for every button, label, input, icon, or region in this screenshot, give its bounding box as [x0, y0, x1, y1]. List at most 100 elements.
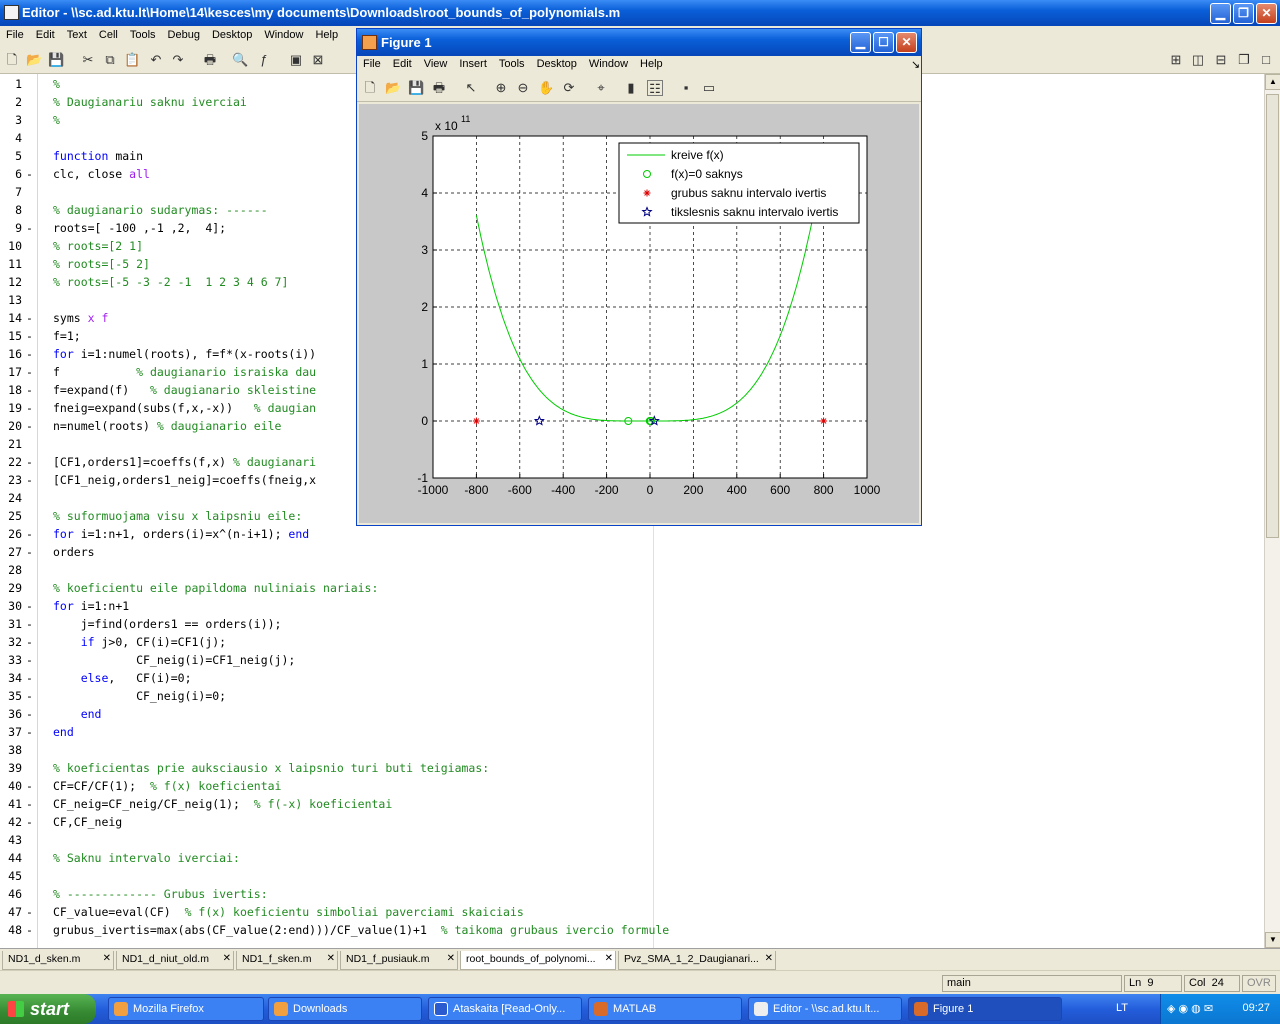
- code-line[interactable]: 43: [0, 831, 1264, 849]
- menu-file[interactable]: File: [0, 26, 30, 41]
- menu-window[interactable]: Window: [258, 26, 309, 41]
- cut-icon[interactable]: ✂: [80, 52, 96, 68]
- split-vertical-icon[interactable]: ◫: [1190, 52, 1206, 68]
- executable-marker[interactable]: -: [26, 633, 33, 651]
- close-button[interactable]: ✕: [1256, 3, 1277, 24]
- task-downloads[interactable]: Downloads: [268, 997, 422, 1021]
- executable-marker[interactable]: -: [26, 777, 33, 795]
- file-tab[interactable]: ND1_f_sken.m ✕: [236, 951, 338, 970]
- executable-marker[interactable]: -: [26, 327, 33, 345]
- rotate-icon[interactable]: ⟳: [561, 80, 577, 96]
- legend-icon[interactable]: ☷: [647, 80, 663, 96]
- executable-marker[interactable]: -: [26, 687, 33, 705]
- menu-help[interactable]: Help: [309, 26, 344, 41]
- file-tab-active[interactable]: root_bounds_of_polynomi... ✕: [460, 951, 616, 970]
- executable-marker[interactable]: -: [26, 543, 33, 561]
- executable-marker[interactable]: -: [26, 219, 33, 237]
- fig-menu-tools[interactable]: Tools: [493, 56, 531, 70]
- zoom-out-icon[interactable]: ⊖: [515, 80, 531, 96]
- scroll-thumb[interactable]: [1266, 94, 1279, 538]
- executable-marker[interactable]: -: [26, 705, 33, 723]
- tray-icons[interactable]: ◈ ◉ ◍ ✉: [1167, 1002, 1213, 1015]
- executable-marker[interactable]: -: [26, 723, 33, 741]
- executable-marker[interactable]: -: [26, 363, 33, 381]
- hide-plot-tools-icon[interactable]: ▪: [678, 80, 694, 96]
- fig-menu-window[interactable]: Window: [583, 56, 634, 70]
- close-tab-icon[interactable]: ✕: [447, 953, 455, 964]
- maximize-doc-icon[interactable]: □: [1258, 52, 1274, 68]
- code-line[interactable]: 32- if j>0, CF(i)=CF1(j);: [0, 633, 1264, 651]
- close-tab-icon[interactable]: ✕: [103, 953, 111, 964]
- data-cursor-icon[interactable]: ⌖: [593, 80, 609, 96]
- executable-marker[interactable]: -: [26, 345, 33, 363]
- new-figure-icon[interactable]: 🗋: [362, 80, 378, 96]
- code-line[interactable]: 28: [0, 561, 1264, 579]
- executable-marker[interactable]: -: [26, 453, 33, 471]
- close-tab-icon[interactable]: ✕: [765, 953, 773, 964]
- undo-icon[interactable]: ↶: [148, 52, 164, 68]
- print-figure-icon[interactable]: 🖶: [431, 80, 447, 96]
- clear-breakpoints-icon[interactable]: ⊠: [310, 52, 326, 68]
- file-tab[interactable]: Pvz_SMA_1_2_Daugianari... ✕: [618, 951, 776, 970]
- dock-arrow-icon[interactable]: ↘: [905, 56, 926, 71]
- breakpoint-icon[interactable]: ▣: [288, 52, 304, 68]
- file-tab[interactable]: ND1_d_niut_old.m ✕: [116, 951, 234, 970]
- close-tab-icon[interactable]: ✕: [327, 953, 335, 964]
- menu-desktop[interactable]: Desktop: [206, 26, 258, 41]
- fig-menu-desktop[interactable]: Desktop: [531, 56, 583, 70]
- code-line[interactable]: 34- else, CF(i)=0;: [0, 669, 1264, 687]
- code-line[interactable]: 42- CF,CF_neig: [0, 813, 1264, 831]
- menu-cell[interactable]: Cell: [93, 26, 124, 41]
- figure-maximize-button[interactable]: ☐: [873, 32, 894, 53]
- fig-menu-help[interactable]: Help: [634, 56, 669, 70]
- code-line[interactable]: 40- CF=CF/CF(1); % f(x) koeficientai: [0, 777, 1264, 795]
- code-line[interactable]: 33- CF_neig(i)=CF1_neig(j);: [0, 651, 1264, 669]
- executable-marker[interactable]: -: [26, 525, 33, 543]
- menu-text[interactable]: Text: [61, 26, 93, 41]
- executable-marker[interactable]: -: [26, 903, 33, 921]
- code-line[interactable]: 35- CF_neig(i)=0;: [0, 687, 1264, 705]
- scroll-up-icon[interactable]: ▲: [1265, 74, 1280, 90]
- executable-marker[interactable]: -: [26, 165, 33, 183]
- code-line[interactable]: 39 % koeficientas prie auksciausio x laip…: [0, 759, 1264, 777]
- executable-marker[interactable]: -: [26, 399, 33, 417]
- executable-marker[interactable]: -: [26, 309, 33, 327]
- split-horizontal-icon[interactable]: ⊟: [1213, 52, 1229, 68]
- print-icon[interactable]: 🖶: [202, 52, 218, 68]
- executable-marker[interactable]: -: [26, 381, 33, 399]
- menu-debug[interactable]: Debug: [162, 26, 206, 41]
- zoom-in-icon[interactable]: ⊕: [493, 80, 509, 96]
- executable-marker[interactable]: -: [26, 813, 33, 831]
- pan-icon[interactable]: ✋: [538, 80, 554, 96]
- code-line[interactable]: 38: [0, 741, 1264, 759]
- tile-icon[interactable]: ⊞: [1168, 52, 1184, 68]
- colorbar-icon[interactable]: ▮: [623, 80, 639, 96]
- language-indicator[interactable]: LT: [1116, 1002, 1128, 1014]
- fig-menu-file[interactable]: File: [357, 56, 387, 70]
- figure-close-button[interactable]: ✕: [896, 32, 917, 53]
- code-line[interactable]: 44 % Saknu intervalo iverciai:: [0, 849, 1264, 867]
- close-tab-icon[interactable]: ✕: [223, 953, 231, 964]
- redo-icon[interactable]: ↷: [170, 52, 186, 68]
- figure-minimize-button[interactable]: ▁: [850, 32, 871, 53]
- code-line[interactable]: 48- grubus_ivertis=max(abs(CF_value(2:end…: [0, 921, 1264, 939]
- executable-marker[interactable]: -: [26, 615, 33, 633]
- executable-marker[interactable]: -: [26, 597, 33, 615]
- code-line[interactable]: 26- for i=1:n+1, orders(i)=x^(n-i+1); end: [0, 525, 1264, 543]
- function-icon[interactable]: ƒ: [256, 52, 272, 68]
- code-line[interactable]: 45: [0, 867, 1264, 885]
- executable-marker[interactable]: -: [26, 471, 33, 489]
- task-matlab[interactable]: MATLAB: [588, 997, 742, 1021]
- edit-plot-icon[interactable]: ↖: [463, 80, 479, 96]
- executable-marker[interactable]: -: [26, 921, 33, 939]
- close-tab-icon[interactable]: ✕: [605, 953, 613, 964]
- code-line[interactable]: 36- end: [0, 705, 1264, 723]
- code-line[interactable]: 29 % koeficientu eile papildoma nuliniais…: [0, 579, 1264, 597]
- open-file-icon[interactable]: 📂: [385, 80, 401, 96]
- minimize-button[interactable]: ▁: [1210, 3, 1231, 24]
- code-line[interactable]: 30- for i=1:n+1: [0, 597, 1264, 615]
- vertical-scrollbar[interactable]: ▲ ▼: [1264, 74, 1280, 948]
- executable-marker[interactable]: -: [26, 795, 33, 813]
- file-tab[interactable]: ND1_f_pusiauk.m ✕: [340, 951, 458, 970]
- new-file-icon[interactable]: 🗋: [4, 52, 20, 68]
